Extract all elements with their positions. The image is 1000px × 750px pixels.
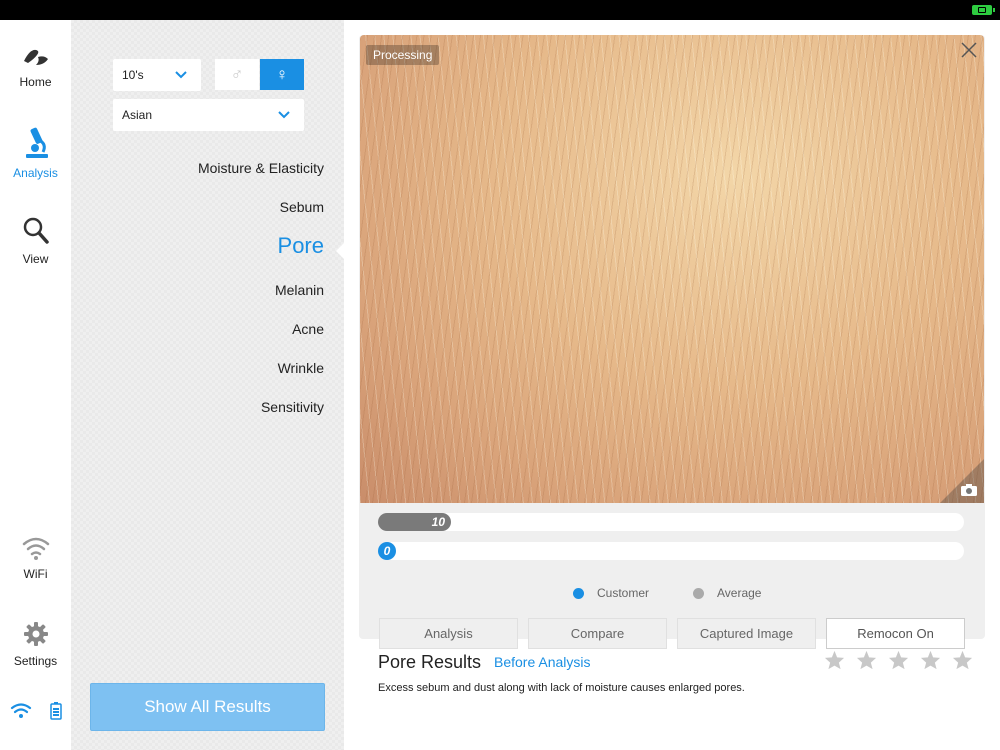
wifi-icon	[22, 537, 49, 560]
show-all-results-button[interactable]: Show All Results	[90, 683, 325, 731]
close-icon[interactable]	[960, 41, 978, 59]
average-bar-fill: 10	[378, 513, 451, 531]
nav-settings-label: Settings	[13, 654, 58, 668]
search-icon	[23, 217, 49, 244]
category-panel: 10's ♂ ♀ Asian Moisture & Elasticity Seb…	[71, 20, 345, 750]
wifi-connected-icon	[10, 703, 32, 718]
chevron-down-icon	[175, 71, 187, 79]
gear-icon	[23, 622, 48, 646]
microscope-icon	[25, 127, 48, 158]
action-buttons: Analysis Compare Captured Image Remocon …	[379, 618, 965, 649]
legend-customer: Customer	[573, 586, 649, 600]
status-bar	[0, 0, 1000, 20]
gender-female-button[interactable]: ♀	[260, 59, 304, 90]
nav-home[interactable]: Home	[0, 47, 71, 89]
processing-badge: Processing	[366, 45, 440, 65]
chevron-down-icon	[278, 111, 290, 119]
category-moisture-elasticity[interactable]: Moisture & Elasticity	[198, 155, 324, 194]
capture-camera-button[interactable]	[940, 459, 984, 503]
battery-charging-icon	[972, 5, 995, 15]
male-icon: ♂	[230, 64, 244, 84]
results-title: Pore Results	[378, 652, 482, 672]
category-acne[interactable]: Acne	[198, 316, 324, 355]
legend-customer-label: Customer	[597, 586, 650, 600]
category-sebum[interactable]: Sebum	[198, 194, 324, 233]
star-icon[interactable]	[946, 650, 978, 672]
customer-bar-fill: 0	[378, 542, 396, 560]
skin-image: Processing	[360, 35, 984, 503]
age-select-value: 10's	[122, 68, 144, 82]
compare-button[interactable]: Compare	[528, 618, 667, 649]
nav-wifi-label: WiFi	[23, 567, 48, 581]
ethnicity-select-value: Asian	[122, 108, 153, 122]
star-icon[interactable]	[818, 650, 850, 672]
category-list: Moisture & Elasticity Sebum Pore Melanin…	[198, 155, 324, 433]
main-nav: Home Analysis View WiFi Settings	[0, 20, 71, 750]
rating-stars	[818, 650, 978, 672]
remocon-button[interactable]: Remocon On	[826, 618, 965, 649]
legend-average: Average	[693, 586, 761, 600]
category-wrinkle[interactable]: Wrinkle	[198, 355, 324, 394]
nav-home-label: Home	[19, 75, 52, 89]
female-icon: ♀	[275, 64, 289, 84]
nav-analysis-label: Analysis	[13, 166, 58, 180]
connection-status	[10, 702, 62, 720]
legend-customer-dot	[573, 587, 584, 599]
captured-image-button[interactable]: Captured Image	[677, 618, 816, 649]
gender-toggle: ♂ ♀	[215, 59, 304, 90]
before-analysis-link[interactable]: Before Analysis	[494, 654, 591, 670]
customer-bar-track: 0	[378, 542, 964, 560]
camera-icon	[961, 484, 977, 496]
ethnicity-select[interactable]: Asian	[113, 99, 304, 131]
legend-average-label: Average	[717, 586, 762, 600]
category-pore[interactable]: Pore	[198, 230, 324, 277]
analysis-card: Processing 10 0 Customer Average Analysi…	[359, 35, 985, 649]
average-bar-track: 10	[378, 513, 964, 531]
battery-icon	[50, 702, 62, 720]
nav-wifi[interactable]: WiFi	[0, 535, 71, 581]
nav-view-label: View	[22, 252, 49, 266]
nav-view[interactable]: View	[0, 216, 71, 266]
main-content: Processing 10 0 Customer Average Analysi…	[344, 20, 1000, 750]
analysis-button[interactable]: Analysis	[379, 618, 518, 649]
results-description: Excess sebum and dust along with lack of…	[378, 682, 745, 694]
category-sensitivity[interactable]: Sensitivity	[198, 394, 324, 433]
category-melanin[interactable]: Melanin	[198, 277, 324, 316]
legend-average-dot	[693, 587, 704, 599]
star-icon[interactable]	[882, 650, 914, 672]
gender-male-button[interactable]: ♂	[215, 59, 259, 90]
nav-analysis[interactable]: Analysis	[0, 126, 71, 180]
home-logo-icon	[23, 49, 48, 65]
age-select[interactable]: 10's	[113, 59, 201, 91]
nav-settings[interactable]: Settings	[0, 620, 71, 668]
star-icon[interactable]	[914, 650, 946, 672]
star-icon[interactable]	[850, 650, 882, 672]
